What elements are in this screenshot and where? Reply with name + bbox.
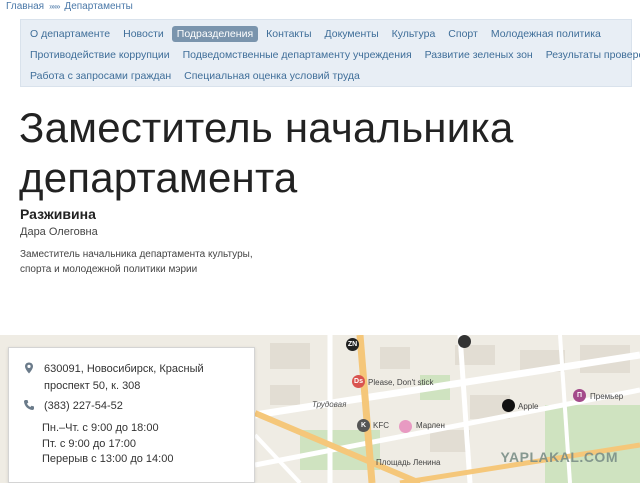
subnav-citizen-requests[interactable]: Работа с запросами граждан xyxy=(25,68,176,84)
map-poi-metro-icon[interactable] xyxy=(458,335,471,348)
subnav-subordinate-institutions[interactable]: Подведомственные департаменту учреждения xyxy=(178,47,417,63)
contact-address: 630091, Новосибирск, Красный проспект 50… xyxy=(44,363,204,392)
map-poi-premier-icon[interactable]: П xyxy=(573,389,586,402)
watermark: YAPLAKAL.COM xyxy=(500,449,618,465)
hours-break: Перерыв с 13:00 до 14:00 xyxy=(42,453,174,465)
map-label-trudovaya: Трудовая xyxy=(312,400,347,409)
map-label-marlen: Марлен xyxy=(416,421,445,430)
department-subnav: О департаменте Новости Подразделения Кон… xyxy=(20,19,640,87)
subnav-about[interactable]: О департаменте xyxy=(25,26,115,42)
subnav-news[interactable]: Новости xyxy=(118,26,169,42)
hours-fri: Пт. с 9:00 до 17:00 xyxy=(42,437,136,450)
subnav-divisions[interactable]: Подразделения xyxy=(171,25,259,42)
hours-mon-thu: Пн.–Чт. с 9:00 до 18:00 xyxy=(42,422,159,434)
map-poi-zn-icon[interactable]: ZN xyxy=(346,338,359,351)
phone-icon xyxy=(24,400,34,410)
map-poi-kfc-icon[interactable]: K xyxy=(357,419,370,432)
subnav-contacts[interactable]: Контакты xyxy=(261,26,316,42)
breadcrumb-current-link[interactable]: Департаменты xyxy=(64,1,132,12)
subnav-inspection-results[interactable]: Результаты проверок▼ xyxy=(541,47,640,63)
subnav-documents[interactable]: Документы xyxy=(320,26,384,42)
map-label-kfc: KFC xyxy=(373,421,389,430)
subnav-green-zones[interactable]: Развитие зеленых зон xyxy=(420,47,538,63)
person-position: Заместитель начальника департамента куль… xyxy=(20,249,253,275)
location-pin-icon xyxy=(25,362,33,374)
subnav-row-2: Противодействие коррупции Подведомственн… xyxy=(25,44,640,65)
map-poi-apple-icon[interactable] xyxy=(502,399,515,412)
person-surname: Разживина xyxy=(20,206,96,222)
contact-phone[interactable]: (383) 227-54-52 xyxy=(44,398,123,415)
subnav-sport[interactable]: Спорт xyxy=(443,26,483,42)
page-title: Заместитель начальника департамента xyxy=(19,104,514,201)
contact-hours: Пн.–Чт. с 9:00 до 18:00 Пт. с 9:00 до 17… xyxy=(42,421,173,468)
breadcrumb-home-link[interactable]: Главная xyxy=(6,1,44,12)
subnav-row-3: Работа с запросами граждан Специальная о… xyxy=(25,65,631,86)
breadcrumb-separator: »»» xyxy=(49,2,60,11)
contact-card: 630091, Новосибирск, Красный проспект 50… xyxy=(8,347,255,483)
breadcrumb: Главная »»» Департаменты xyxy=(6,0,133,13)
subnav-youth-policy[interactable]: Молодежная политика xyxy=(486,26,606,42)
map-label-premier: Премьер xyxy=(590,392,624,401)
subnav-inspection-results-label: Результаты проверок xyxy=(545,48,640,61)
map-poi-marlen-icon[interactable] xyxy=(399,420,412,433)
subnav-anticorruption[interactable]: Противодействие коррупции xyxy=(25,47,175,63)
map-label-apple: Apple xyxy=(518,402,539,411)
contact-address-row: 630091, Новосибирск, Красный проспект 50… xyxy=(23,361,234,395)
person-name: Дара Олеговна xyxy=(20,226,98,238)
map-label-lenina: Площадь Ленина xyxy=(376,458,441,467)
subnav-row-1: О департаменте Новости Подразделения Кон… xyxy=(25,23,631,44)
map-poi-ds-icon[interactable]: Ds xyxy=(352,375,365,388)
subnav-culture[interactable]: Культура xyxy=(387,26,441,42)
map-label-please: Please, Don't stick xyxy=(368,378,434,387)
subnav-labor-assessment[interactable]: Специальная оценка условий труда xyxy=(179,68,365,84)
contact-phone-row: (383) 227-54-52 xyxy=(23,398,123,415)
